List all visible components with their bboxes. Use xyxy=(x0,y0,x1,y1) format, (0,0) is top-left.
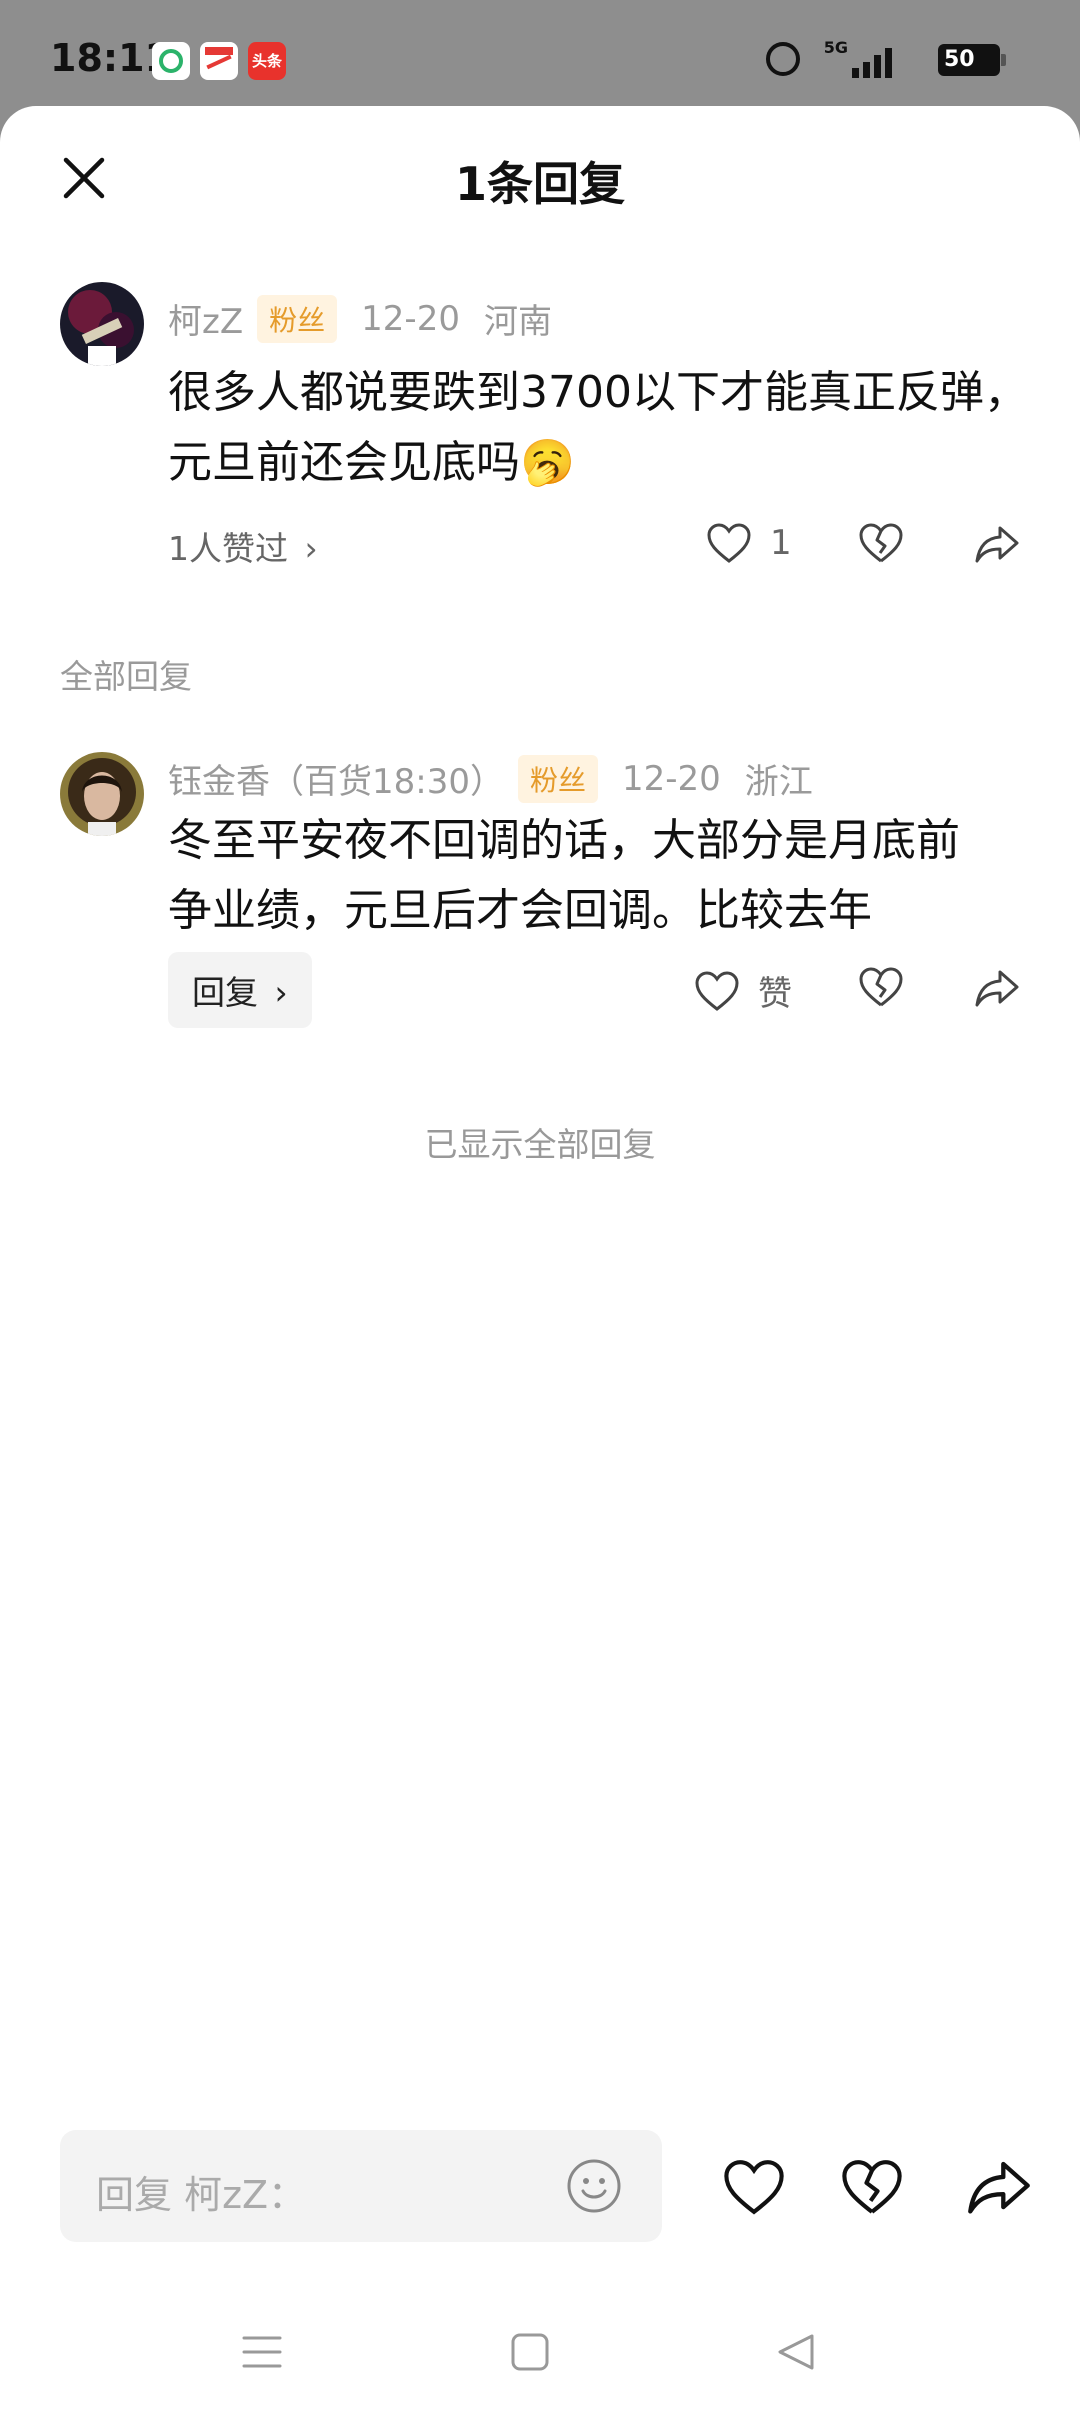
menu-icon[interactable] xyxy=(242,2332,282,2376)
like-label: 赞 xyxy=(758,974,792,1014)
section-label: 全部回复 xyxy=(60,657,192,696)
broken-heart-icon[interactable] xyxy=(840,2158,904,2220)
back-icon[interactable] xyxy=(776,2332,816,2376)
author-name[interactable]: 柯zZ xyxy=(168,294,243,343)
share-icon xyxy=(975,970,1019,1007)
share-icon[interactable] xyxy=(966,2158,1032,2220)
reply-button-label: 回复 xyxy=(192,973,258,1012)
reply-input-placeholder: 回复 柯zZ： xyxy=(96,2173,307,2217)
battery-icon: 50 xyxy=(938,44,1006,76)
share-button[interactable] xyxy=(974,524,1020,564)
chevron-right-icon: › xyxy=(274,973,288,1012)
system-nav-bar xyxy=(0,2292,1080,2412)
alarm-icon xyxy=(766,42,800,76)
reply-input[interactable]: 回复 柯zZ： xyxy=(60,2130,662,2242)
heart-icon[interactable] xyxy=(722,2158,786,2220)
author-name[interactable]: 钰金香（百货18:30） xyxy=(168,754,504,803)
likes-link-label: 1人赞过 xyxy=(168,529,288,568)
dislike-button[interactable] xyxy=(858,522,904,564)
broken-heart-icon xyxy=(859,967,903,1007)
like-button[interactable]: 1 xyxy=(706,522,792,564)
heart-icon xyxy=(695,970,739,1011)
broken-heart-icon xyxy=(859,523,903,563)
share-icon xyxy=(975,526,1019,563)
comment-date: 12-20 xyxy=(361,298,460,339)
status-bar: 18:11 头条 5G 50 xyxy=(0,0,1080,110)
reply-text: 冬至平安夜不回调的话，大部分是月底前争业绩，元旦后才会回调。比较去年 xyxy=(168,815,960,936)
all-replies-shown: 已显示全部回复 xyxy=(424,1125,656,1164)
reply-sheet: 1条回复 柯zZ 粉丝 12-20 河南 很多人都说要跌到3700以下才能真正反… xyxy=(0,106,1080,2412)
fan-badge: 粉丝 xyxy=(257,294,338,343)
comment-text: 很多人都说要跌到3700以下才能真正反弹，元旦前还会见底吗🥱 xyxy=(168,367,1028,488)
chevron-right-icon: › xyxy=(304,529,318,568)
likes-link[interactable]: 1人赞过 › xyxy=(168,522,318,570)
like-button[interactable]: 赞 xyxy=(694,966,792,1015)
fan-badge: 粉丝 xyxy=(517,754,598,803)
page-title: 1条回复 xyxy=(454,157,625,211)
comment-location: 河南 xyxy=(483,302,552,342)
signal-icon xyxy=(852,48,894,78)
toutiao-app-icon: 头条 xyxy=(248,42,286,80)
reply-button[interactable]: 回复 › xyxy=(168,952,312,1028)
comment-meta: 柯zZ 粉丝 12-20 河南 xyxy=(168,294,552,343)
reply-meta: 钰金香（百货18:30） 粉丝 12-20 浙江 xyxy=(168,754,813,803)
like-count: 1 xyxy=(770,523,792,563)
home-icon[interactable] xyxy=(510,2332,550,2376)
dislike-button[interactable] xyxy=(858,966,904,1008)
heart-icon xyxy=(707,523,751,563)
emoji-icon[interactable] xyxy=(566,2158,622,2218)
reply-location: 浙江 xyxy=(744,762,813,802)
avatar[interactable] xyxy=(60,282,144,366)
network-type: 5G xyxy=(823,38,848,57)
app-notification-icon xyxy=(152,42,190,80)
avatar[interactable] xyxy=(60,752,144,836)
share-button[interactable] xyxy=(974,968,1020,1008)
stock-app-icon xyxy=(200,42,238,80)
reply-date: 12-20 xyxy=(622,758,721,799)
